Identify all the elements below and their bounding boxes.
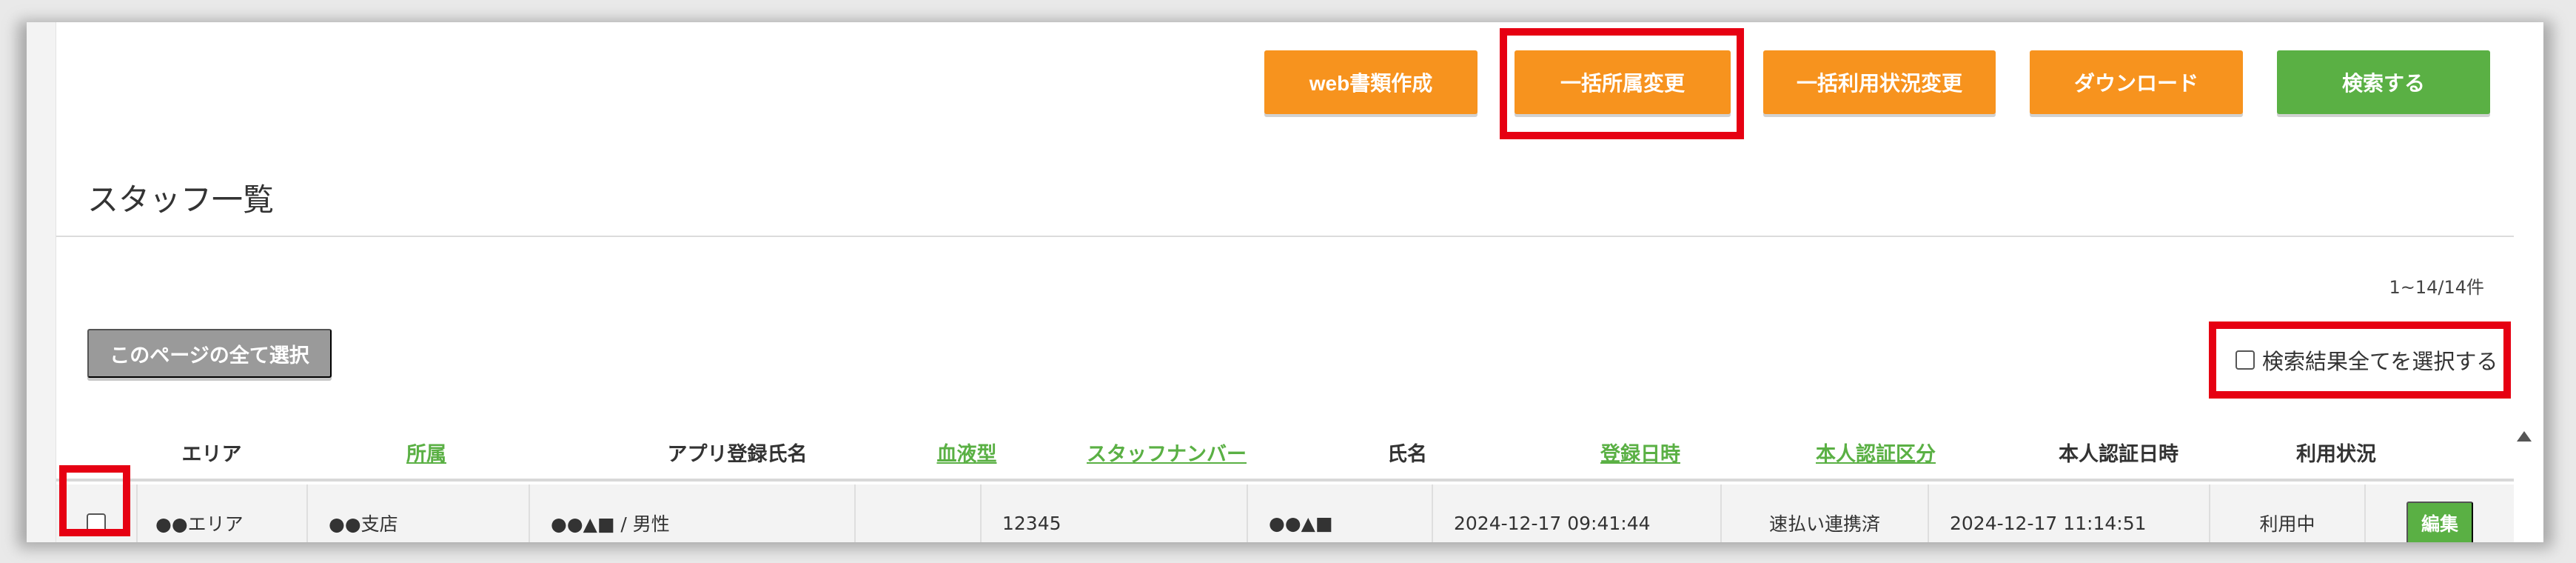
select-all-results-label: 検索結果全てを選択する <box>2262 349 2498 374</box>
column-header-usage-status: 利用状況 <box>2296 442 2376 466</box>
select-all-results-option[interactable]: 検索結果全てを選択する <box>2235 339 2498 381</box>
cell-name: ●●▲■ <box>1248 484 1433 542</box>
cell-blood-type <box>856 484 982 542</box>
column-header-app-name: アプリ登録氏名 <box>667 442 808 466</box>
cell-app-name: ●●▲■ / 男性 <box>530 484 856 542</box>
cell-affiliation: ●●支店 <box>308 484 530 542</box>
row-select-cell <box>56 484 138 542</box>
row-select-checkbox[interactable] <box>87 513 106 533</box>
column-header-affiliation[interactable]: 所属 <box>367 422 486 482</box>
table-row: ●●エリア ●●支店 ●●▲■ / 男性 12345 ●●▲■ 2024-12-… <box>56 484 2514 542</box>
cell-registered-at: 2024-12-17 09:41:44 <box>1433 484 1722 542</box>
cell-area: ●●エリア <box>138 484 308 542</box>
title-divider <box>56 236 2514 237</box>
table-header: エリア 所属 アプリ登録氏名 血液型 スタッフナンバー 氏名 登録日時 本人認証… <box>56 422 2514 482</box>
search-button[interactable]: 検索する <box>2277 50 2490 114</box>
cell-verification-type: 速払い連携済 <box>1722 484 1929 542</box>
bulk-affiliation-change-button[interactable]: 一括所属変更 <box>1515 50 1731 114</box>
bulk-usage-status-change-button[interactable]: 一括利用状況変更 <box>1763 50 1996 114</box>
result-count: 1~14/14件 <box>2389 277 2484 298</box>
download-button[interactable]: ダウンロード <box>2030 50 2243 114</box>
column-header-staff-number[interactable]: スタッフナンバー <box>1026 422 1307 482</box>
select-all-results-checkbox[interactable] <box>2235 350 2255 370</box>
select-all-on-page-button[interactable]: このページの全て選択 <box>87 329 332 378</box>
column-header-blood-type[interactable]: 血液型 <box>908 422 1026 482</box>
cell-verified-at: 2024-12-17 11:14:51 <box>1929 484 2210 542</box>
cell-usage-status: 利用中 <box>2210 484 2366 542</box>
column-header-verified-at: 本人認証日時 <box>2059 442 2178 466</box>
column-header-verification-type[interactable]: 本人認証区分 <box>1774 422 1978 482</box>
edit-button[interactable]: 編集 <box>2406 502 2473 542</box>
column-header-registered-at[interactable]: 登録日時 <box>1507 422 1774 482</box>
cell-staff-number: 12345 <box>982 484 1248 542</box>
page-title: スタッフ一覧 <box>87 181 275 218</box>
left-rail <box>27 22 56 542</box>
cell-actions: 編集 <box>2366 484 2514 542</box>
scroll-up-arrow-icon[interactable] <box>2517 431 2532 442</box>
web-docs-button[interactable]: web書類作成 <box>1264 50 1477 114</box>
column-header-name: 氏名 <box>1387 442 1427 466</box>
staff-list-panel: web書類作成 一括所属変更 一括利用状況変更 ダウンロード 検索する スタッフ… <box>27 22 2543 542</box>
column-header-area: エリア <box>181 442 242 466</box>
